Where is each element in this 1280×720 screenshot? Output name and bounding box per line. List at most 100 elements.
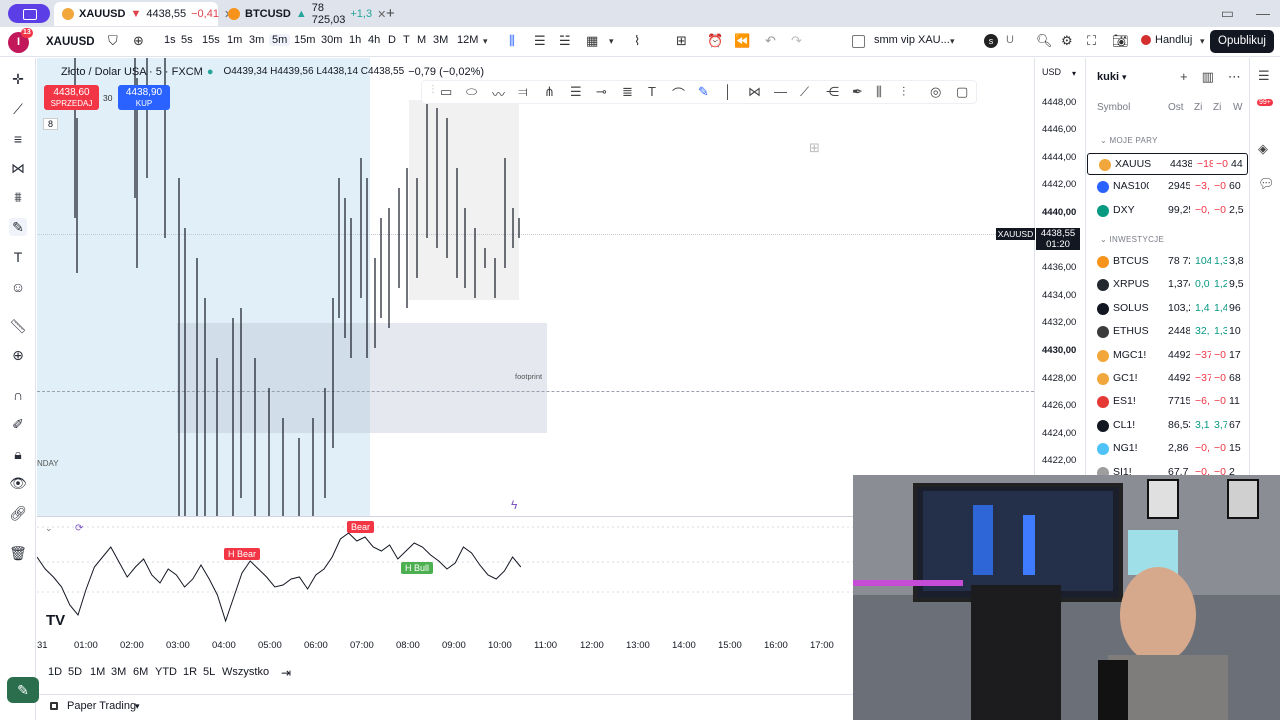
emoji-icon[interactable]: ☺	[9, 278, 27, 296]
watchlist-row[interactable]: SOLUSD103,21,41,496	[1086, 298, 1248, 320]
lightning-icon[interactable]: ϟ	[511, 498, 517, 512]
trend-line-tool-icon[interactable]: ⟋	[800, 84, 809, 100]
trend-line-icon[interactable]: ⟋	[9, 100, 27, 118]
pane-settings-icon[interactable]: ⟳	[75, 523, 83, 534]
text-icon[interactable]: T	[9, 248, 27, 266]
range-3m[interactable]: 3M	[111, 666, 126, 678]
more-icon[interactable]: ⋯	[1228, 69, 1241, 85]
watchlist-row[interactable]: XRPUSD 1,374 0,0 1,29,5	[1086, 274, 1248, 296]
watchlist-row[interactable]: BTCUSD 78 72 1041,33,8	[1086, 251, 1248, 273]
interval-1s[interactable]: 1s	[164, 34, 176, 46]
range-1d[interactable]: 1D	[48, 666, 62, 678]
interval-1m[interactable]: 1m	[227, 34, 242, 46]
browser-tab-btcusd[interactable]: BTCUSD ▲ 78 725,03 +1,3 ✕	[220, 2, 386, 26]
indicators-icon[interactable]: ☰	[534, 33, 546, 49]
layout-name[interactable]: smm vip XAU...	[874, 34, 950, 46]
chat-icon[interactable]: 💬︎	[1258, 176, 1275, 192]
watchlist-row[interactable]: DXY99,25−0,−0,2,5	[1086, 200, 1248, 222]
range-1m[interactable]: 1M	[90, 666, 105, 678]
watchlist-icon[interactable]: ☰	[1258, 68, 1270, 84]
object-tree-icon[interactable]: ⊞	[809, 140, 820, 156]
tab-overview-icon[interactable]	[8, 4, 50, 23]
pencil-quick-icon[interactable]: ✎	[7, 677, 39, 703]
chevron-down-icon[interactable]: ▾	[950, 36, 955, 47]
col-change-pct[interactable]: Zi	[1213, 102, 1221, 113]
range-5y[interactable]: 5L	[203, 666, 215, 678]
watchlist-row[interactable]: ES1! 7715 −6, −0,11	[1086, 391, 1248, 413]
interval-15s[interactable]: 15s	[202, 34, 220, 46]
indicators-count[interactable]: 8	[43, 118, 59, 130]
target-icon[interactable]: ◎	[930, 84, 941, 100]
interval-15m[interactable]: 15m	[294, 34, 315, 46]
layout-checkbox[interactable]	[852, 35, 865, 48]
close-tab-icon[interactable]: ✕	[377, 8, 386, 21]
layout-icon[interactable]: ▥	[1202, 69, 1214, 85]
buy-button[interactable]: 4438,90 KUP	[118, 85, 170, 110]
text-tool-icon[interactable]: T	[648, 84, 656, 99]
section-inwestycje[interactable]: ⌄ INWESTYCJE	[1100, 235, 1164, 244]
pattern-icon[interactable]: ⋈	[9, 159, 27, 177]
fib-icon[interactable]: ≡	[9, 130, 27, 148]
multi-layout-icon[interactable]: ⊞	[676, 33, 687, 49]
fullscreen-icon[interactable]: ⛶	[1087, 33, 1096, 49]
sell-button[interactable]: 4438,60 SPRZEDAJ	[44, 85, 99, 110]
watchlist-row[interactable]: NAS100 2945 −3, −0,60	[1086, 176, 1248, 198]
range-5d[interactable]: 5D	[68, 666, 82, 678]
comment-icon[interactable]: ▢	[956, 84, 968, 100]
screen-icon[interactable]: ▭	[1221, 5, 1234, 22]
chevron-down-icon[interactable]: ▾	[483, 36, 488, 47]
col-change[interactable]: Zi	[1194, 102, 1202, 113]
position-icon[interactable]: ⫼	[876, 84, 882, 100]
trash-icon[interactable]: 🗑︎	[9, 544, 27, 562]
lock-icon[interactable]: 🔒︎	[9, 445, 27, 463]
u-label[interactable]: U	[1006, 34, 1014, 46]
interval-3m-month[interactable]: 3M	[433, 34, 448, 46]
templates-icon[interactable]: ⌇	[634, 33, 640, 49]
minimize-icon[interactable]: —	[1256, 5, 1270, 22]
magnet-icon[interactable]: ∩	[9, 386, 27, 404]
interval-5s[interactable]: 5s	[181, 34, 193, 46]
user-avatar[interactable]: I 13	[8, 28, 33, 53]
add-symbol-icon[interactable]: +	[1180, 69, 1188, 85]
watchlist-row[interactable]: ETHUSD 2448 32, 1,310	[1086, 321, 1248, 343]
interval-d[interactable]: D	[388, 34, 396, 46]
vertical-line-icon[interactable]: │	[724, 84, 732, 99]
watchlist-row[interactable]: GC1! 4492 −37−0,68	[1086, 368, 1248, 390]
xabcd-pattern-icon[interactable]: ⋈	[748, 84, 761, 100]
volume-profile-icon[interactable]: ⫶	[902, 84, 905, 100]
watchlist-row[interactable]: CL1! 86,53 3,1 3,767	[1086, 415, 1248, 437]
browser-tab-xauusd[interactable]: XAUUSD ▼ 4438,55 −0,41 ✕	[54, 2, 233, 26]
chevron-down-icon[interactable]: ▾	[1122, 72, 1127, 83]
watchlist-title[interactable]: kuki	[1097, 71, 1119, 83]
chevron-down-icon[interactable]: ▾	[1072, 69, 1076, 78]
layers-icon[interactable]: ◈	[1258, 141, 1268, 157]
range-1y[interactable]: 1R	[183, 666, 197, 678]
paper-trading-tab[interactable]: Paper Trading	[67, 700, 136, 712]
interval-30m[interactable]: 30m	[321, 34, 342, 46]
link-icon[interactable]: 🔗︎	[9, 504, 27, 522]
main-chart-pane[interactable]: footprint Złoto / Dolar USA · 5 · FXCM ●…	[37, 58, 1034, 516]
date-range-icon[interactable]: ⇥	[281, 666, 291, 680]
eye-icon[interactable]: 👁︎	[9, 474, 27, 492]
interval-4h[interactable]: 4h	[368, 34, 380, 46]
chevron-down-icon[interactable]: ▾	[1200, 36, 1205, 47]
publish-button[interactable]: Opublikuj	[1210, 30, 1274, 53]
fib-retracement-icon[interactable]: ≣	[622, 84, 633, 100]
range-6m[interactable]: 6M	[133, 666, 148, 678]
interval-5m[interactable]: 5m	[269, 34, 291, 46]
undo-icon[interactable]: ↶	[765, 33, 776, 49]
layout-grid-icon[interactable]: ▦	[586, 33, 598, 49]
save-status-badge[interactable]: s	[984, 34, 998, 48]
horizontal-line-icon[interactable]: —	[774, 84, 787, 99]
collapse-pane-icon[interactable]: ⌄	[45, 523, 53, 534]
trade-button[interactable]: Handluj	[1141, 34, 1192, 46]
section-moje-pary[interactable]: ⌄ MOJE PARY	[1100, 136, 1158, 145]
chevron-down-icon[interactable]: ▾	[609, 36, 614, 47]
symbol-search-button[interactable]: XAUUSD	[38, 31, 103, 53]
horizontal-ray-icon[interactable]: ⊸	[596, 84, 607, 100]
gann-icon[interactable]: ☰	[570, 84, 582, 100]
candles-chart-type-icon[interactable]: ⫼	[509, 33, 515, 49]
watchlist-row[interactable]: XAUUSD 4438 −18−0,44	[1087, 153, 1248, 175]
interval-m[interactable]: M	[417, 34, 426, 46]
alert-clock-icon[interactable]: ⏰	[707, 33, 723, 49]
